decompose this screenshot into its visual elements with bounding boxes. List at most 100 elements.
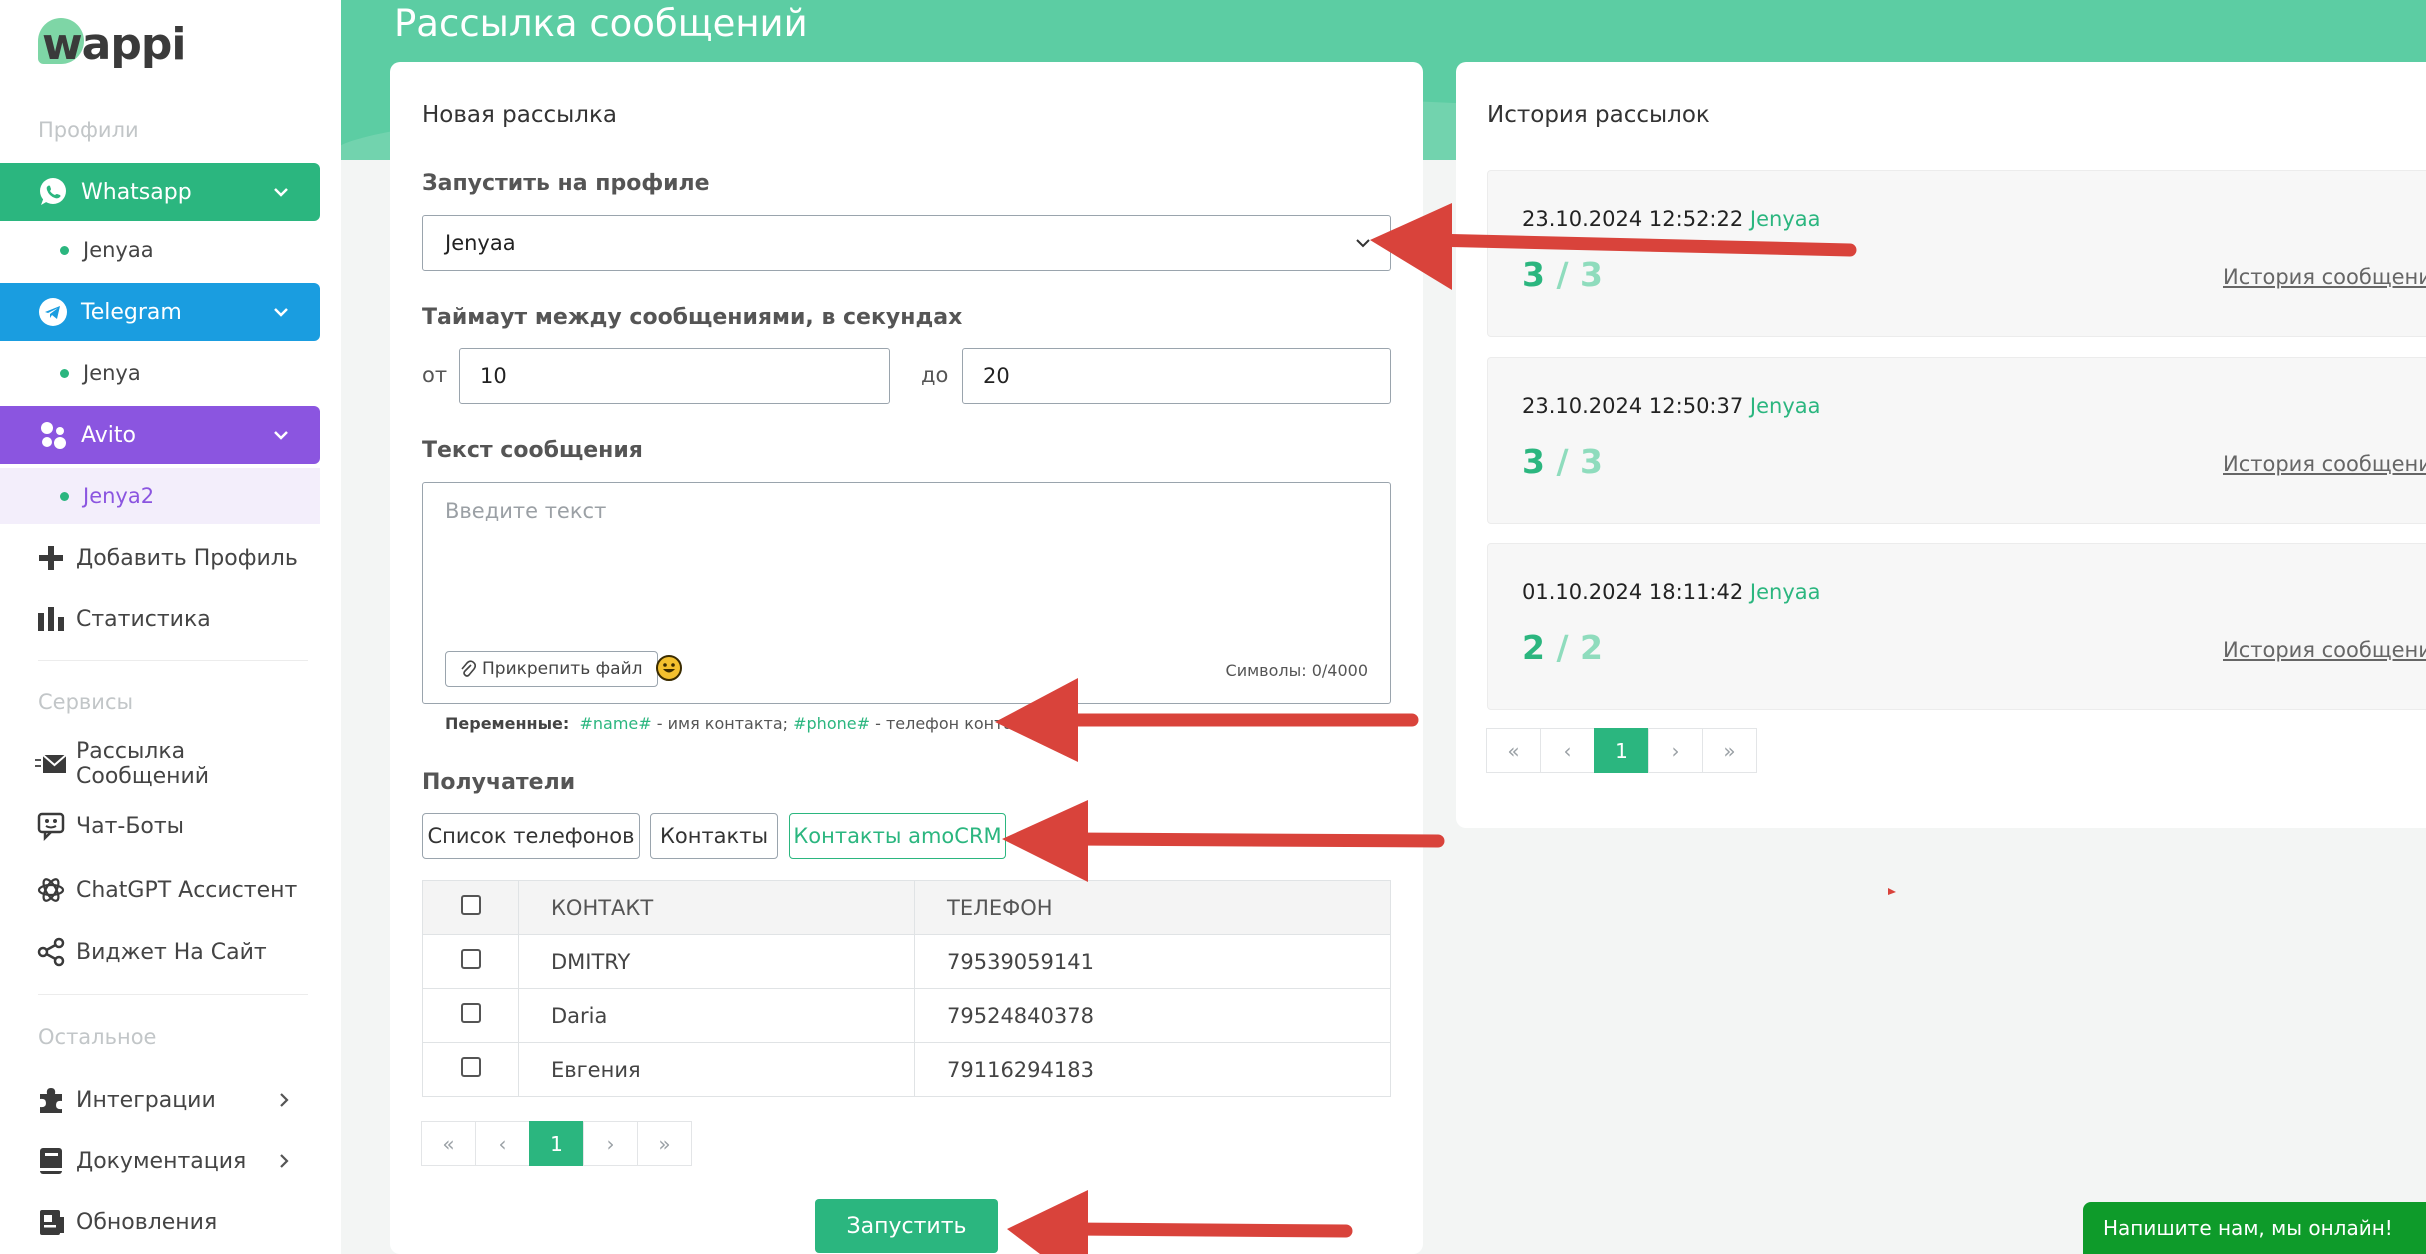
logo[interactable]: wappi [38, 14, 186, 74]
sidebar-item-label: Интеграции [76, 1087, 216, 1113]
timeout-from-input[interactable]: 10 [459, 348, 890, 404]
tab-phone-list[interactable]: Список телефонов [422, 813, 640, 859]
puzzle-icon [34, 1083, 68, 1117]
page-1-button[interactable]: 1 [529, 1121, 584, 1166]
profile-select-value: Jenyaa [445, 231, 516, 255]
message-text-label: Текст сообщения [422, 438, 643, 463]
section-title-services: Сервисы [38, 690, 134, 714]
page-last-button[interactable]: » [637, 1121, 692, 1166]
history-user: Jenyaa [1749, 394, 1821, 418]
section-title-profiles: Профили [38, 118, 139, 142]
from-label: от [422, 363, 448, 387]
sidebar-item-updates[interactable]: Обновления [0, 1194, 320, 1250]
chatbot-icon [34, 809, 68, 843]
tab-contacts[interactable]: Контакты [650, 813, 778, 859]
table-row[interactable]: Daria 79524840378 [422, 988, 1391, 1043]
sidebar-subitem-jenyaa[interactable]: Jenyaa [0, 222, 320, 278]
sidebar-item-avito[interactable]: Avito [0, 406, 320, 464]
row-checkbox[interactable] [460, 949, 481, 969]
var-name-desc: - имя контакта; [651, 714, 794, 733]
page-first-button[interactable]: « [1486, 728, 1541, 773]
sidebar-item-label: Telegram [81, 299, 182, 325]
new-mailing-card: Новая рассылка Запустить на профиле Jeny… [390, 62, 1423, 1254]
history-date: 01.10.2024 18:11:42 [1522, 580, 1744, 604]
sidebar-item-label: ChatGPT Ассистент [76, 877, 298, 903]
start-button[interactable]: Запустить [815, 1199, 998, 1253]
sidebar-item-label: Whatsapp [81, 179, 192, 205]
chevron-down-icon [1356, 239, 1370, 248]
section-title-other: Остальное [38, 1025, 157, 1049]
sidebar-item-docs[interactable]: Документация [0, 1133, 320, 1189]
openai-icon [34, 873, 68, 907]
status-dot [60, 245, 69, 255]
sidebar-item-label: Виджет На Сайт [76, 939, 267, 965]
paperclip-icon [461, 660, 476, 677]
history-messages-link[interactable]: История сообщений [2223, 452, 2426, 476]
card-title: Новая рассылка [422, 102, 617, 128]
history-total: 2 [1580, 628, 1603, 667]
history-count: 2 / 2 [1522, 628, 1603, 667]
sidebar-item-chatbots[interactable]: Чат-Боты [0, 798, 320, 854]
message-textarea[interactable]: Введите текст Прикрепить файл Символы: 0… [422, 482, 1391, 704]
sidebar-item-label: Чат-Боты [76, 813, 185, 839]
sidebar-item-telegram[interactable]: Telegram [0, 283, 320, 341]
page-prev-button[interactable]: ‹ [475, 1121, 530, 1166]
chat-widget-text: Напишите нам, мы онлайн! [2103, 1216, 2393, 1240]
page-prev-button[interactable]: ‹ [1540, 728, 1595, 773]
page-first-button[interactable]: « [421, 1121, 476, 1166]
row-checkbox-cell [422, 934, 519, 989]
sidebar: wappi Профили Whatsapp Jenyaa Telegram J… [0, 0, 341, 1254]
history-sent: 2 [1522, 628, 1545, 667]
sidebar-item-widget[interactable]: Виджет На Сайт [0, 924, 320, 980]
sidebar-item-whatsapp[interactable]: Whatsapp [0, 163, 320, 221]
sidebar-item-chatgpt[interactable]: ChatGPT Ассистент [0, 862, 320, 918]
history-messages-link[interactable]: История сообщений [2223, 638, 2426, 662]
row-checkbox[interactable] [460, 1057, 481, 1077]
sidebar-subitem-jenya[interactable]: Jenya [0, 345, 320, 401]
row-checkbox-cell [422, 1042, 519, 1097]
column-header-contact: КОНТАКТ [518, 880, 915, 935]
chat-widget[interactable]: Напишите нам, мы онлайн! jivo [2083, 1202, 2426, 1254]
emoji-picker-icon[interactable] [656, 655, 682, 681]
divider [38, 660, 308, 661]
logo-text: wappi [42, 18, 186, 70]
attach-file-label: Прикрепить файл [482, 659, 643, 679]
history-messages-link[interactable]: История сообщений [2223, 265, 2426, 289]
attach-file-button[interactable]: Прикрепить файл [445, 651, 658, 687]
row-checkbox[interactable] [460, 1003, 481, 1023]
page-1-button[interactable]: 1 [1594, 728, 1649, 773]
history-count: 3 / 3 [1522, 442, 1603, 481]
share-icon [34, 935, 68, 969]
sidebar-item-add-profile[interactable]: Добавить Профиль [0, 530, 320, 586]
sidebar-item-label: Обновления [76, 1209, 218, 1235]
table-row[interactable]: Евгения 79116294183 [422, 1042, 1391, 1097]
sidebar-item-mailing[interactable]: Рассылка Сообщений [0, 736, 320, 792]
sidebar-item-label: Рассылка Сообщений [76, 739, 210, 789]
envelope-icon [34, 747, 68, 781]
history-date: 23.10.2024 12:52:22 [1522, 207, 1744, 231]
whatsapp-icon [37, 176, 69, 208]
profile-label: Запустить на профиле [422, 171, 710, 196]
history-item: 23.10.2024 12:52:22 Jenyaa 3 / 3 История… [1487, 170, 2426, 337]
select-all-checkbox[interactable] [460, 895, 481, 915]
table-row[interactable]: DMITRY 79539059141 [422, 934, 1391, 989]
page-next-button[interactable]: › [583, 1121, 638, 1166]
sidebar-item-label: Avito [81, 422, 136, 448]
timeout-label: Таймаут между сообщениями, в секундах [422, 305, 963, 330]
timeout-from-value: 10 [480, 364, 507, 388]
variables-hint: Переменные: #name# - имя контакта; #phon… [445, 714, 1042, 733]
tab-amocrm-contacts[interactable]: Контакты amoCRM [789, 813, 1006, 859]
timeout-to-input[interactable]: 20 [962, 348, 1391, 404]
sidebar-item-integrations[interactable]: Интеграции [0, 1072, 320, 1128]
history-date: 23.10.2024 12:50:37 [1522, 394, 1744, 418]
page-next-button[interactable]: › [1648, 728, 1703, 773]
variables-label: Переменные: [445, 714, 570, 733]
page-last-button[interactable]: » [1702, 728, 1757, 773]
history-datetime: 01.10.2024 18:11:42 Jenyaa [1522, 580, 1821, 604]
chevron-down-icon [274, 308, 288, 317]
book-icon [34, 1144, 68, 1178]
sidebar-subitem-jenya2[interactable]: Jenya2 [0, 468, 320, 524]
sidebar-item-stats[interactable]: Статистика [0, 591, 320, 647]
profile-select[interactable]: Jenyaa [422, 215, 1391, 271]
history-item: 23.10.2024 12:50:37 Jenyaa 3 / 3 История… [1487, 357, 2426, 524]
